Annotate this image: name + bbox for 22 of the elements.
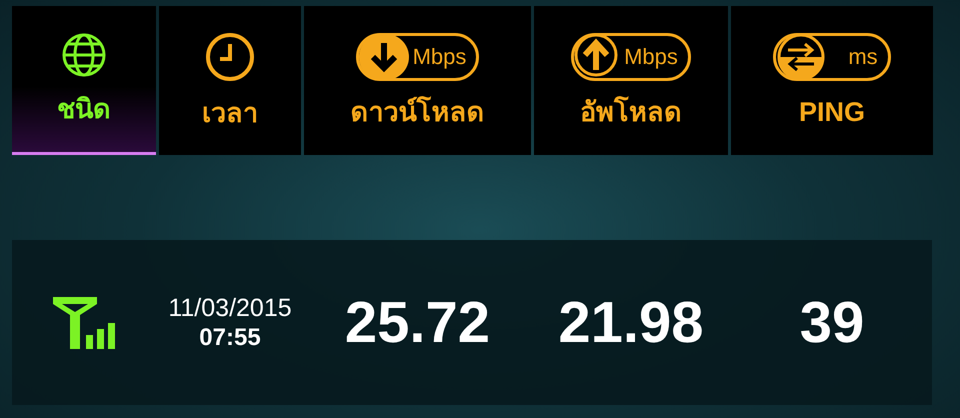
tab-label: อัพโหลด [580,95,682,128]
tab-label: PING [798,96,865,128]
upload-speed: 21.98 [558,290,704,354]
download-speed: 25.72 [344,290,490,354]
test-date: 11/03/2015 [168,292,292,322]
tab[interactable]: Mbps ดาวน์โหลด [304,6,531,155]
result-row[interactable]: 11/03/2015 07:55 25.72 21.98 39 [12,240,932,405]
upload-unit-icon: Mbps [571,32,691,80]
cellular-signal-icon [53,296,115,348]
tab-label: เวลา [202,96,258,130]
tab[interactable]: เวลา [159,6,301,155]
tab[interactable]: ชนิด [12,6,156,155]
tab-label: ดาวน์โหลด [350,95,484,128]
download-unit-icon: Mbps [356,32,480,80]
test-time: 07:55 [199,322,261,352]
tab-label: ชนิด [57,93,111,126]
tab[interactable]: ms PING [731,6,933,155]
ping-unit-icon: ms [773,32,891,80]
ping-value: 39 [800,290,864,354]
globe-icon [61,32,107,78]
clock-icon [205,32,255,82]
tab[interactable]: Mbps อัพโหลด [534,6,728,155]
